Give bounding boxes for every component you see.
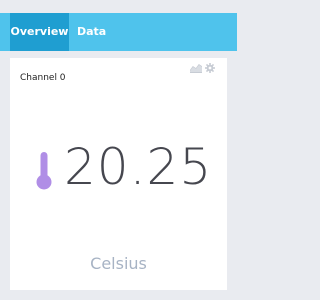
thermometer-icon — [36, 152, 52, 194]
gear-icon[interactable] — [205, 63, 215, 73]
tab-data[interactable]: Data — [77, 13, 117, 51]
tab-overview[interactable]: Overview — [10, 13, 69, 51]
card-title: Channel 0 — [20, 73, 66, 83]
channel-card: Channel 0 20.25 Celsius — [10, 58, 227, 290]
card-actions — [190, 63, 215, 73]
tab-bar: Overview Data — [0, 13, 237, 51]
sensor-value: 20.25 — [64, 138, 213, 196]
chart-icon[interactable] — [190, 63, 202, 73]
unit-label: Celsius — [90, 254, 147, 273]
